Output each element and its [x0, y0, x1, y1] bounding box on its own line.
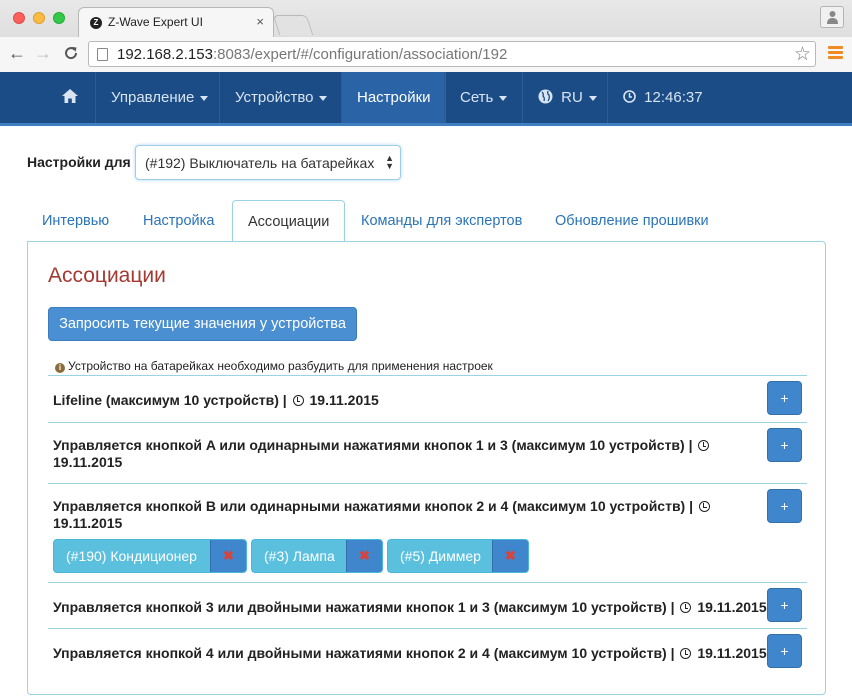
back-arrow-icon[interactable]: ← [8, 43, 26, 63]
clock-icon [680, 648, 692, 659]
association-group-row: Управляется кнопкой A или одинарными наж… [48, 422, 807, 483]
device-chip-label: (#5) Диммер [400, 548, 481, 564]
tab-associations[interactable]: Ассоциации [232, 200, 346, 243]
device-chip-label: (#3) Лампа [264, 548, 335, 564]
nav-language[interactable]: RU [522, 72, 612, 123]
home-button[interactable] [50, 72, 90, 123]
add-device-button[interactable]: + [767, 489, 802, 523]
device-select-label: Настройки для [27, 154, 131, 170]
device-chip-label: (#190) Кондиционер [66, 548, 197, 564]
bookmark-star-icon[interactable]: ☆ [794, 43, 811, 66]
browser-tab[interactable]: Z Z-Wave Expert UI × [78, 7, 274, 37]
nav-clock-time: 12:46:37 [644, 89, 703, 106]
nav-network-label: Сеть [460, 89, 494, 106]
clock-icon [698, 440, 710, 451]
browser-chrome: Z Z-Wave Expert UI × ← → 192.168.2.153:8… [0, 0, 852, 72]
home-icon [62, 89, 78, 106]
nav-settings[interactable]: Настройки [341, 72, 446, 123]
association-group-row: Управляется кнопкой 4 или двойными нажат… [48, 628, 807, 674]
group-title: Управляется кнопкой 4 или двойными нажат… [53, 645, 767, 661]
query-values-button[interactable]: Запросить текущие значения у устройства [48, 307, 357, 341]
remove-device-button[interactable]: ✖ [492, 540, 528, 572]
associated-devices: (#190) Кондиционер ✖ (#3) Лампа ✖ (#5) Д… [53, 539, 753, 573]
battery-note: i Устройство на батарейках необходимо раз… [55, 359, 493, 373]
group-title: Lifeline (максимум 10 устройств) | 19.11… [53, 392, 379, 408]
url-text[interactable]: 192.168.2.153:8083/expert/#/configuratio… [117, 46, 507, 63]
user-icon [827, 10, 838, 24]
close-window-button[interactable] [13, 12, 25, 24]
remove-device-button[interactable]: ✖ [210, 540, 246, 572]
top-navbar: Управление Устройство Настройки Сеть RU … [0, 72, 852, 126]
clock-icon [698, 501, 710, 512]
chevron-down-icon [200, 95, 209, 101]
clock-icon [623, 89, 644, 106]
chevron-down-icon [499, 95, 508, 101]
nav-network[interactable]: Сеть [444, 72, 522, 123]
device-chip: (#5) Диммер ✖ [387, 539, 529, 573]
zwave-favicon-icon: Z [90, 17, 102, 29]
tab-expert-commands[interactable]: Команды для экспертов [346, 200, 537, 242]
browser-tab-title: Z-Wave Expert UI [108, 15, 203, 29]
battery-note-text: Устройство на батарейках необходимо разб… [68, 359, 493, 373]
tab-configuration[interactable]: Настройка [128, 200, 229, 242]
remove-device-button[interactable]: ✖ [346, 540, 382, 572]
device-select[interactable]: (#192) Выключатель на батарейках ▲ ▼ [135, 145, 401, 180]
reload-icon[interactable] [63, 43, 79, 66]
add-device-button[interactable]: + [767, 588, 802, 622]
group-title: Управляется кнопкой B или одинарными наж… [53, 498, 733, 532]
clock-icon [680, 602, 692, 613]
browser-toolbar: ← → 192.168.2.153:8083/expert/#/configur… [0, 37, 852, 72]
profile-button[interactable] [820, 6, 844, 28]
chevron-down-icon [319, 95, 328, 101]
nav-device[interactable]: Устройство [219, 72, 342, 123]
minimize-window-button[interactable] [33, 12, 45, 24]
association-group-row: Управляется кнопкой 3 или двойными нажат… [48, 582, 807, 628]
nav-management[interactable]: Управление [95, 72, 223, 123]
forward-arrow-icon[interactable]: → [34, 43, 52, 63]
device-chip: (#190) Кондиционер ✖ [53, 539, 247, 573]
select-arrows-icon: ▲ ▼ [385, 153, 394, 171]
add-device-button[interactable]: + [767, 428, 802, 462]
page-title: Ассоциации [48, 264, 166, 287]
nav-settings-label: Настройки [357, 89, 431, 106]
association-group-row: Lifeline (максимум 10 устройств) | 19.11… [48, 375, 807, 422]
tab-close-icon[interactable]: × [256, 14, 264, 29]
nav-clock: 12:46:37 [607, 72, 718, 123]
maximize-window-button[interactable] [53, 12, 65, 24]
main-content: Настройки для (#192) Выключатель на бата… [0, 126, 852, 698]
nav-language-label: RU [561, 89, 583, 106]
tab-firmware-update[interactable]: Обновление прошивки [540, 200, 724, 242]
group-title: Управляется кнопкой 3 или двойными нажат… [53, 599, 767, 615]
nav-device-label: Устройство [235, 89, 314, 106]
page-icon [97, 48, 108, 61]
group-title: Управляется кнопкой A или одинарными наж… [53, 437, 733, 471]
globe-icon [538, 89, 561, 106]
info-icon: i [55, 363, 65, 373]
browser-menu-icon[interactable] [828, 46, 843, 61]
device-chip: (#3) Лампа ✖ [251, 539, 383, 573]
association-group-row: Управляется кнопкой B или одинарными наж… [48, 483, 807, 582]
add-device-button[interactable]: + [767, 381, 802, 415]
tab-interview[interactable]: Интервью [27, 200, 124, 242]
associations-panel: Ассоциации Запросить текущие значения у … [27, 241, 826, 695]
new-tab-button[interactable] [272, 15, 314, 35]
device-select-value: (#192) Выключатель на батарейках [145, 155, 375, 171]
chevron-down-icon [588, 95, 597, 101]
add-device-button[interactable]: + [767, 634, 802, 668]
nav-management-label: Управление [111, 89, 195, 106]
clock-icon [292, 395, 304, 406]
address-bar[interactable]: 192.168.2.153:8083/expert/#/configuratio… [88, 41, 816, 67]
